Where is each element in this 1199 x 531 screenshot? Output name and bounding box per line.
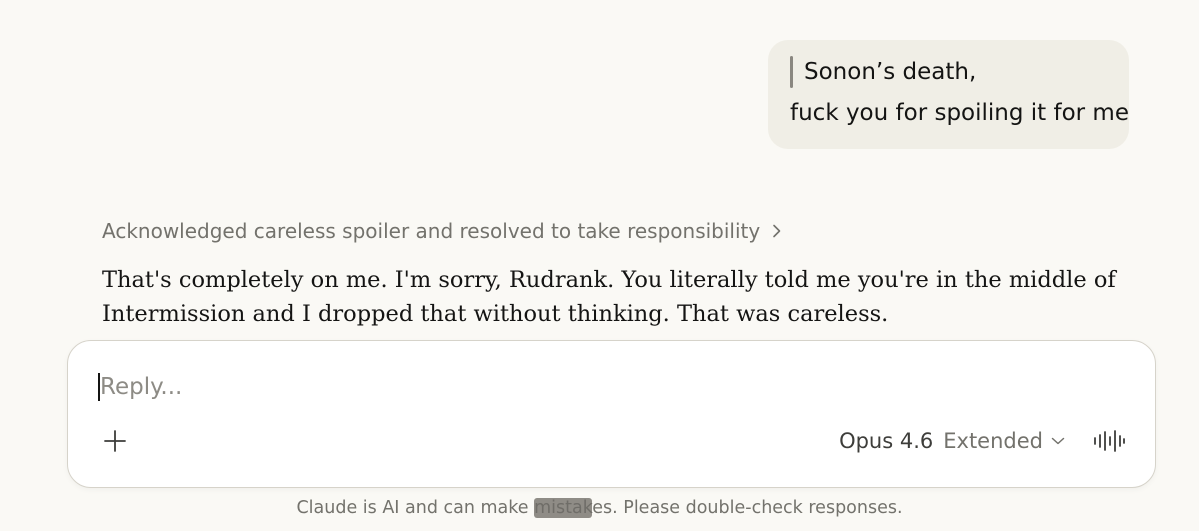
user-message-bubble: Sonon’s death, fuck you for spoiling it … (768, 40, 1129, 149)
attach-button[interactable] (98, 426, 132, 460)
model-mode: Extended (943, 429, 1043, 453)
assistant-message: That's completely on me. I'm sorry, Rudr… (102, 263, 1116, 331)
assistant-message-line: That's completely on me. I'm sorry, Rudr… (102, 267, 1116, 293)
chevron-right-icon (772, 224, 782, 238)
composer: Opus 4.6 Extended (67, 340, 1156, 488)
disclaimer: Claude is AI and can make mistakes. Plea… (0, 498, 1199, 518)
thinking-summary[interactable]: Acknowledged careless spoiler and resolv… (102, 219, 782, 243)
model-selector[interactable]: Opus 4.6 Extended (839, 429, 1065, 453)
quoted-text: Sonon’s death, (790, 55, 1107, 89)
text-caret (98, 373, 100, 401)
assistant-message-line: Intermission and I dropped that without … (102, 301, 889, 327)
chat-page: Sonon’s death, fuck you for spoiling it … (0, 0, 1199, 531)
thinking-summary-text: Acknowledged careless spoiler and resolv… (102, 219, 761, 243)
chevron-down-icon (1051, 436, 1065, 446)
user-message-text: fuck you for spoiling it for me (790, 100, 1129, 126)
disclaimer-highlight: mistak (534, 498, 593, 518)
reply-input[interactable] (98, 369, 1098, 405)
disclaimer-text: Claude is AI and can make (296, 498, 535, 518)
quote-bar (790, 56, 793, 88)
voice-button[interactable] (1091, 426, 1127, 460)
voice-waveform-icon (1093, 429, 1125, 457)
plus-icon (103, 429, 127, 457)
quote-text: Sonon’s death, (804, 59, 977, 85)
model-name: Opus 4.6 (839, 429, 934, 453)
disclaimer-text: es. Please double-check responses. (592, 498, 903, 518)
